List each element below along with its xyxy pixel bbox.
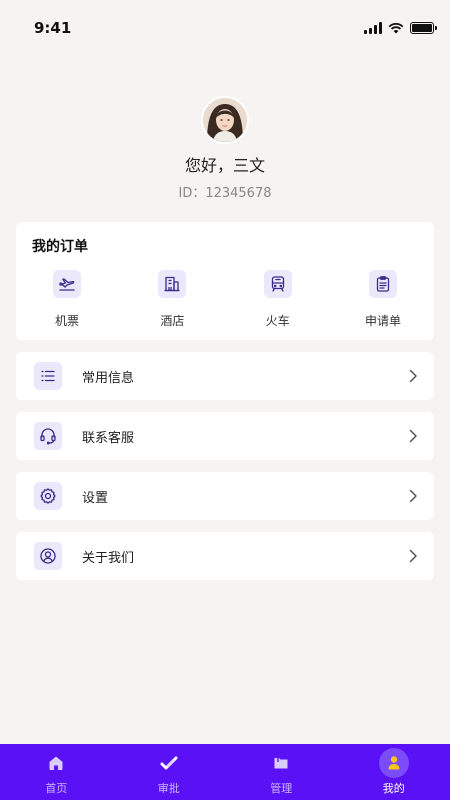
orders-card: 我的订单 机票 酒店 火车 申请单 bbox=[16, 222, 434, 340]
order-label-train: 火车 bbox=[265, 314, 290, 328]
list-icon bbox=[34, 362, 62, 390]
bottom-tab-bar: 首页 审批 管理 我的 bbox=[0, 744, 450, 800]
clipboard-icon bbox=[368, 270, 397, 298]
menu-label-settings: 设置 bbox=[82, 490, 109, 506]
menu-item-customer-service[interactable]: 联系客服 bbox=[16, 412, 434, 460]
chevron-right-icon bbox=[409, 429, 417, 443]
menu-item-about-us[interactable]: 关于我们 bbox=[16, 532, 434, 580]
headset-icon bbox=[34, 422, 62, 450]
hotel-icon bbox=[158, 270, 187, 298]
chevron-right-icon bbox=[409, 489, 417, 503]
tab-home[interactable]: 首页 bbox=[16, 748, 96, 796]
greeting-text: 您好，三文 bbox=[184, 156, 265, 175]
avatar[interactable] bbox=[201, 96, 249, 144]
user-circle-icon bbox=[34, 542, 62, 570]
chevron-right-icon bbox=[409, 549, 417, 563]
tab-label-mine: 我的 bbox=[382, 782, 405, 795]
order-label-hotel: 酒店 bbox=[160, 314, 185, 328]
status-time: 9:41 bbox=[34, 19, 72, 37]
order-item-hotel[interactable]: 酒店 bbox=[137, 270, 207, 329]
order-label-application: 申请单 bbox=[364, 314, 401, 328]
tab-label-management: 管理 bbox=[270, 782, 293, 795]
order-item-application[interactable]: 申请单 bbox=[348, 270, 418, 329]
tab-management[interactable]: 管理 bbox=[241, 748, 321, 796]
status-bar: 9:41 bbox=[0, 0, 450, 56]
menu-label-common-info: 常用信息 bbox=[82, 370, 135, 386]
order-item-flight[interactable]: 机票 bbox=[32, 270, 102, 329]
train-icon bbox=[263, 270, 292, 298]
order-item-train[interactable]: 火车 bbox=[243, 270, 313, 329]
wifi-icon bbox=[388, 22, 404, 34]
profile-header: 您好，三文 ID：12345678 bbox=[0, 96, 450, 201]
folder-icon bbox=[274, 758, 288, 769]
menu-label-customer-service: 联系客服 bbox=[82, 430, 135, 446]
user-id-text: ID：12345678 bbox=[178, 186, 272, 201]
orders-row: 机票 酒店 火车 申请单 bbox=[32, 270, 418, 329]
order-label-flight: 机票 bbox=[54, 314, 79, 328]
person-icon bbox=[388, 756, 400, 770]
orders-title: 我的订单 bbox=[32, 239, 88, 255]
battery-icon bbox=[410, 22, 437, 34]
approve-icon bbox=[160, 756, 178, 770]
tab-approval[interactable]: 审批 bbox=[129, 748, 209, 796]
menu-item-settings[interactable]: 设置 bbox=[16, 472, 434, 520]
plane-icon bbox=[53, 270, 81, 298]
tab-mine[interactable]: 我的 bbox=[354, 748, 434, 796]
menu-item-common-info[interactable]: 常用信息 bbox=[16, 352, 434, 400]
status-icons bbox=[364, 22, 437, 34]
gear-icon bbox=[34, 482, 62, 510]
tab-label-approval: 审批 bbox=[157, 782, 180, 795]
tab-label-home: 首页 bbox=[45, 782, 68, 795]
menu-label-about-us: 关于我们 bbox=[82, 550, 135, 566]
home-icon bbox=[49, 756, 63, 770]
chevron-right-icon bbox=[409, 369, 417, 383]
cellular-signal-icon bbox=[364, 22, 382, 34]
